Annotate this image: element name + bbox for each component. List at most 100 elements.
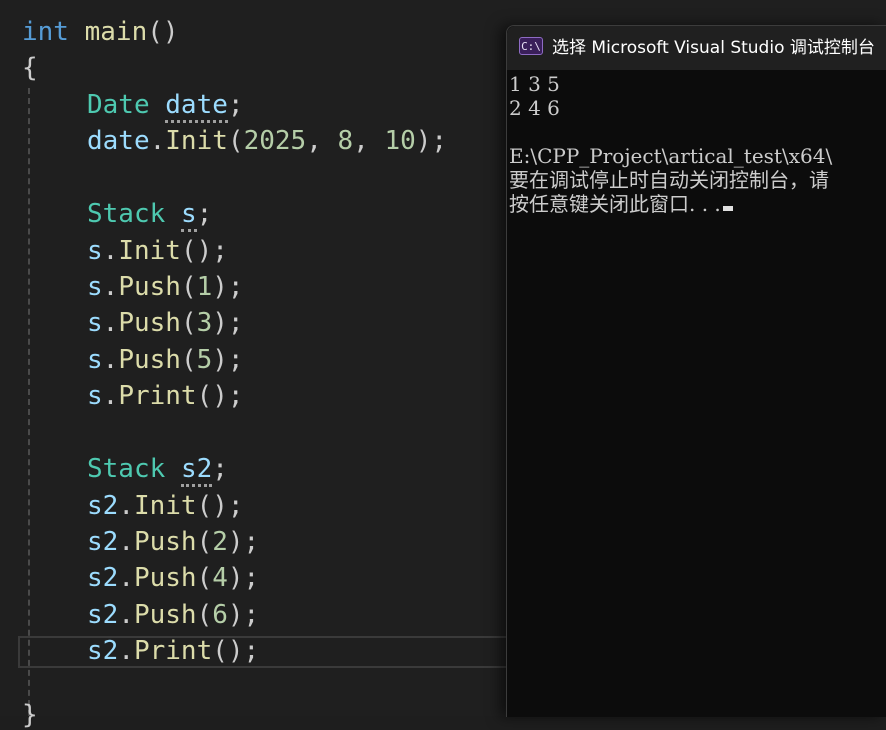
output-line-prompt: 按任意键关闭此窗口. . . [509,192,886,216]
punctuation: . [102,308,119,338]
variable: s [87,345,103,375]
code-line-9[interactable]: s.Push(3); [22,305,244,341]
punctuation: () [147,17,179,47]
punctuation: ( [196,527,213,557]
code-line-4[interactable]: date.Init(2025, 8, 10); [22,123,447,159]
output-line: 1 3 5 [509,72,560,96]
punctuation: ( [180,272,197,302]
punctuation: (); [196,491,244,521]
punctuation: . [102,272,119,302]
method-name: Push [133,563,197,593]
console-titlebar[interactable]: C:\ 选择 Microsoft Visual Studio 调试控制台 [507,26,886,70]
console-output[interactable]: 1 3 5 2 4 6 E:\CPP_Project\artical_test\… [509,72,886,216]
variable: s [87,236,103,266]
code-line-6[interactable]: Stack s; [22,196,212,232]
function-name: main [84,17,148,47]
number-literal: 3 [196,308,213,338]
variable-declaration: s [180,199,197,232]
number-literal: 10 [384,126,416,156]
number-literal: 4 [212,563,228,593]
punctuation: . [118,600,134,630]
code-line-8[interactable]: s.Push(1); [22,269,244,305]
code-line-18[interactable]: s2.Print(); [22,633,259,669]
variable: s [87,381,103,411]
number-literal: 2025 [243,126,307,156]
punctuation: ); [227,600,260,630]
variable: s2 [87,600,119,630]
punctuation: ); [212,272,244,302]
code-line-14[interactable]: s2.Init(); [22,488,244,524]
punctuation: ); [227,563,260,593]
punctuation: . [118,491,134,521]
punctuation: ); [212,345,244,375]
code-line-11[interactable]: s.Print(); [22,378,244,414]
code-line-7[interactable]: s.Init(); [22,233,228,269]
number-literal: 6 [212,600,228,630]
type-name: Date [87,90,150,120]
punctuation: ( [180,345,197,375]
punctuation: ( [196,563,213,593]
text-cursor [722,206,733,211]
code-line-16[interactable]: s2.Push(4); [22,560,259,596]
method-name: Init [133,491,197,521]
code-line-13[interactable]: Stack s2; [22,451,228,487]
window-title: 选择 Microsoft Visual Studio 调试控制台 [552,38,875,58]
method-name: Push [133,527,197,557]
number-literal: 8 [337,126,354,156]
debug-console-window[interactable]: C:\ 选择 Microsoft Visual Studio 调试控制台 1 3… [506,25,886,717]
method-name: Init [165,126,228,156]
method-name: Init [118,236,181,266]
console-app-icon: C:\ [519,37,543,55]
number-literal: 2 [212,527,228,557]
variable: s2 [87,563,119,593]
code-line-17[interactable]: s2.Push(6); [22,597,259,633]
keyword-token: int [22,17,69,47]
punctuation: (); [212,636,260,666]
punctuation: , [306,126,338,156]
variable-declaration: date [165,90,228,123]
variable: s2 [87,491,119,521]
code-line-15[interactable]: s2.Push(2); [22,524,259,560]
punctuation: . [118,563,134,593]
punctuation: ; [227,90,244,120]
method-name: Push [133,600,197,630]
punctuation: (); [196,381,244,411]
code-line-10[interactable]: s.Push(5); [22,342,244,378]
variable: s [87,272,103,302]
punctuation: , [353,126,385,156]
method-name: Print [133,636,213,666]
number-literal: 1 [196,272,213,302]
punctuation: ); [212,308,244,338]
punctuation: ); [415,126,448,156]
variable: s2 [87,527,119,557]
method-name: Push [118,272,181,302]
punctuation: . [102,236,119,266]
punctuation: ( [180,308,197,338]
variable: date [87,126,150,156]
code-line-3[interactable]: Date date; [22,87,244,123]
open-brace: { [22,53,38,83]
punctuation: ( [196,600,213,630]
type-name: Stack [87,199,166,229]
punctuation: ; [196,199,213,229]
output-line: E:\CPP_Project\artical_test\x64\ [509,144,833,168]
punctuation: ( [227,126,244,156]
code-line-2[interactable]: { [22,50,38,86]
punctuation: . [118,636,134,666]
punctuation: ; [212,454,228,484]
punctuation: . [102,381,119,411]
method-name: Push [118,308,181,338]
method-name: Push [118,345,181,375]
code-line-1[interactable]: int main() [22,14,179,50]
punctuation: (); [180,236,228,266]
output-line: 2 4 6 [509,96,560,120]
punctuation: . [149,126,166,156]
variable: s2 [87,636,119,666]
punctuation: . [118,527,134,557]
variable: s [87,308,103,338]
number-literal: 5 [196,345,213,375]
prompt-text: 按任意键关闭此窗口. . . [509,192,721,216]
close-brace: } [22,700,38,730]
punctuation: ); [227,527,260,557]
